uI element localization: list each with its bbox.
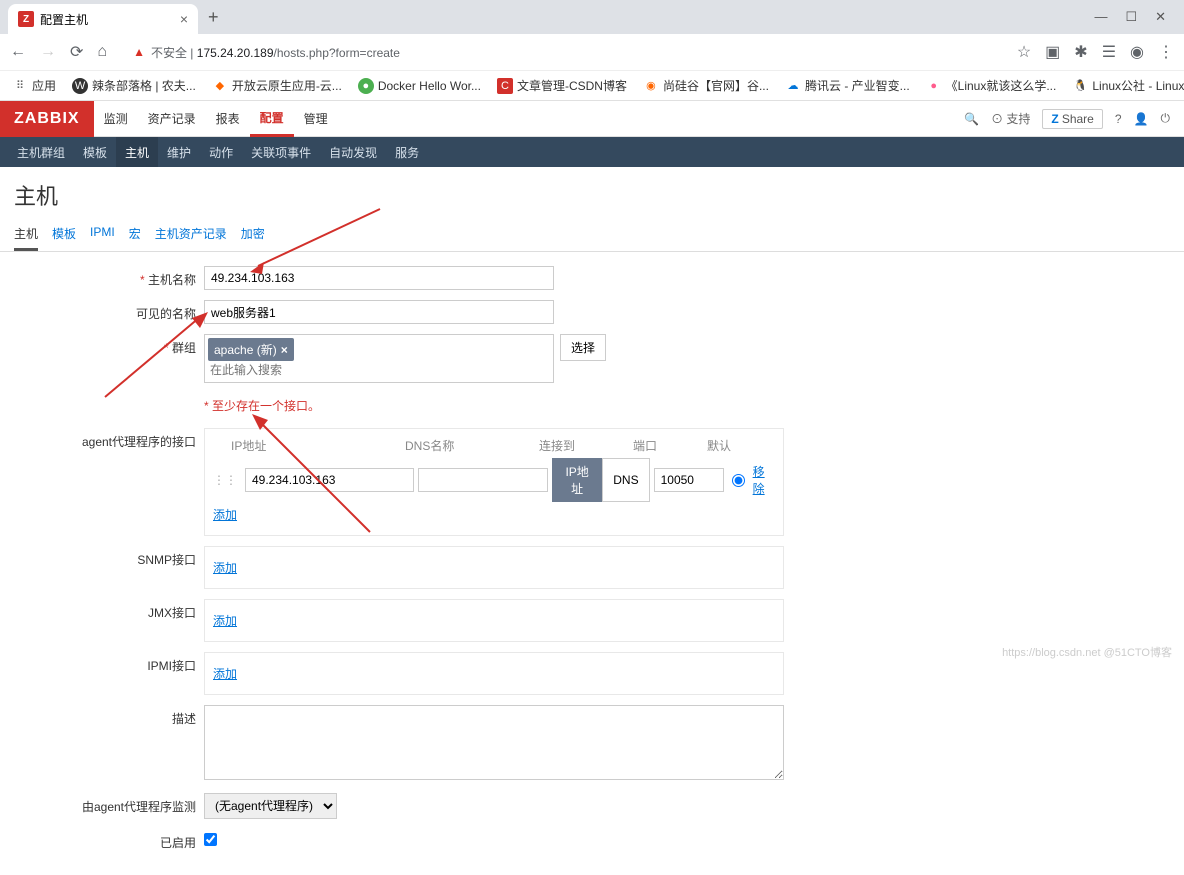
col-conn: 连接到 [539,437,633,454]
url-text: 不安全 | 175.24.20.189/hosts.php?form=creat… [151,44,400,61]
groups-box[interactable]: apache (新)× [204,334,554,383]
back-icon[interactable]: ← [10,43,26,61]
bookmark-item[interactable]: C文章管理-CSDN博客 [497,77,627,94]
agent-iface-label: agent代理程序的接口 [14,428,204,450]
col-dns: DNS名称 [405,437,539,454]
support-link[interactable]: ⊙ 支持 [991,110,1030,127]
ip-input[interactable] [245,468,414,492]
reload-icon[interactable]: ⟳ [70,42,83,62]
sub-menu: 主机群组 模板 主机 维护 动作 关联项事件 自动发现 服务 [0,137,1184,167]
bookmark-item[interactable]: ◆开放云原生应用-云... [212,77,342,94]
menu-config[interactable]: 配置 [250,101,294,137]
extension-icon[interactable]: ✱ [1074,42,1087,62]
logout-icon[interactable]: ⏻ [1161,111,1171,126]
tab-ipmi[interactable]: IPMI [90,219,115,251]
sub-templates[interactable]: 模板 [74,137,116,167]
sub-discovery[interactable]: 自动发现 [320,137,386,167]
remove-link[interactable]: 移除 [753,459,775,501]
sub-services[interactable]: 服务 [386,137,428,167]
visible-name-label: 可见的名称 [14,300,204,322]
bookmark-item[interactable]: ●Docker Hello Wor... [358,78,481,94]
drag-handle-icon[interactable]: ⋮⋮ [213,473,237,487]
visible-name-input[interactable] [204,300,554,324]
forward-icon[interactable]: → [40,43,56,61]
default-radio[interactable] [732,474,745,487]
add-jmx-link[interactable]: 添加 [213,608,237,633]
maximize-icon[interactable]: ☐ [1125,9,1137,25]
col-port: 端口 [633,437,707,454]
user-icon[interactable]: 👤 [1134,112,1149,126]
minimize-icon[interactable]: — [1094,9,1107,25]
menu-inventory[interactable]: 资产记录 [138,101,206,137]
tab-host[interactable]: 主机 [14,219,38,251]
share-button[interactable]: Z Share [1042,109,1102,129]
bookmark-item[interactable]: ◉尚硅谷【官网】谷... [643,77,769,94]
form-tabs: 主机 模板 IPMI 宏 主机资产记录 加密 [0,219,1184,252]
star-icon[interactable]: ☆ [1017,42,1031,62]
group-tag: apache (新)× [208,338,294,361]
tab-inventory[interactable]: 主机资产记录 [155,219,227,251]
tab-title: 配置主机 [40,11,174,28]
remove-tag-icon[interactable]: × [281,343,288,357]
home-icon[interactable]: ⌂ [97,43,107,61]
host-name-input[interactable] [204,266,554,290]
add-ipmi-link[interactable]: 添加 [213,661,237,686]
interface-error: 至少存在一个接口。 [204,393,1170,418]
connect-ip-button[interactable]: IP地址 [552,458,602,502]
bookmark-item[interactable]: ●《Linux就该这么学... [926,77,1057,94]
sub-maintenance[interactable]: 维护 [158,137,200,167]
proxy-select[interactable]: (无agent代理程序) [204,793,337,819]
dns-input[interactable] [418,468,548,492]
add-snmp-link[interactable]: 添加 [213,555,237,580]
zabbix-logo[interactable]: ZABBIX [0,101,94,137]
col-ip: IP地址 [231,437,405,454]
menu-admin[interactable]: 管理 [294,101,338,137]
connect-dns-button[interactable]: DNS [602,458,649,502]
tab-encryption[interactable]: 加密 [241,219,265,251]
enabled-checkbox[interactable] [204,833,217,846]
video-icon[interactable]: ▣ [1045,42,1060,62]
help-icon[interactable]: ? [1115,112,1122,126]
top-menu: 监测 资产记录 报表 配置 管理 [94,101,338,137]
tab-macros[interactable]: 宏 [129,219,141,251]
zabbix-favicon: Z [18,11,34,27]
page-title: 主机 [0,167,1184,219]
close-tab-icon[interactable]: × [180,11,188,27]
bookmark-item[interactable]: W辣条部落格 | 农夫... [72,77,196,94]
address-bar[interactable]: ▲ 不安全 | 175.24.20.189/hosts.php?form=cre… [121,38,1003,66]
profile-icon[interactable]: ◉ [1130,42,1144,62]
snmp-label: SNMP接口 [14,546,204,568]
enabled-label: 已启用 [14,829,204,851]
proxy-label: 由agent代理程序监测 [14,793,204,815]
menu-icon[interactable]: ⋮ [1158,42,1174,62]
description-label: 描述 [14,705,204,727]
jmx-label: JMX接口 [14,599,204,621]
sub-correlation[interactable]: 关联项事件 [242,137,320,167]
search-icon[interactable]: 🔍 [964,112,979,126]
browser-tab[interactable]: Z 配置主机 × [8,4,198,34]
description-textarea[interactable] [204,705,784,780]
host-name-label: 主机名称 [14,266,204,288]
menu-monitoring[interactable]: 监测 [94,101,138,137]
sub-hosts[interactable]: 主机 [116,137,158,167]
select-group-button[interactable]: 选择 [560,334,606,361]
bookmark-item[interactable]: 🐧Linux公社 - Linux... [1072,77,1184,94]
insecure-icon: ▲ [133,45,145,59]
new-tab-button[interactable]: + [208,7,219,28]
apps-button[interactable]: ⠿应用 [12,77,56,94]
sub-actions[interactable]: 动作 [200,137,242,167]
close-window-icon[interactable]: ✕ [1155,9,1166,25]
col-default: 默认 [707,437,731,454]
sub-hostgroups[interactable]: 主机群组 [8,137,74,167]
tab-templates[interactable]: 模板 [52,219,76,251]
port-input[interactable] [654,468,724,492]
ipmi-label: IPMI接口 [14,652,204,674]
group-search-input[interactable] [208,361,550,379]
watermark: https://blog.csdn.net @51CTO博客 [1002,644,1172,660]
bookmark-item[interactable]: ☁腾讯云 - 产业智变... [785,77,910,94]
add-agent-link[interactable]: 添加 [213,502,237,527]
groups-label: 群组 [14,334,204,356]
menu-reports[interactable]: 报表 [206,101,250,137]
reading-list-icon[interactable]: ☰ [1102,42,1116,62]
